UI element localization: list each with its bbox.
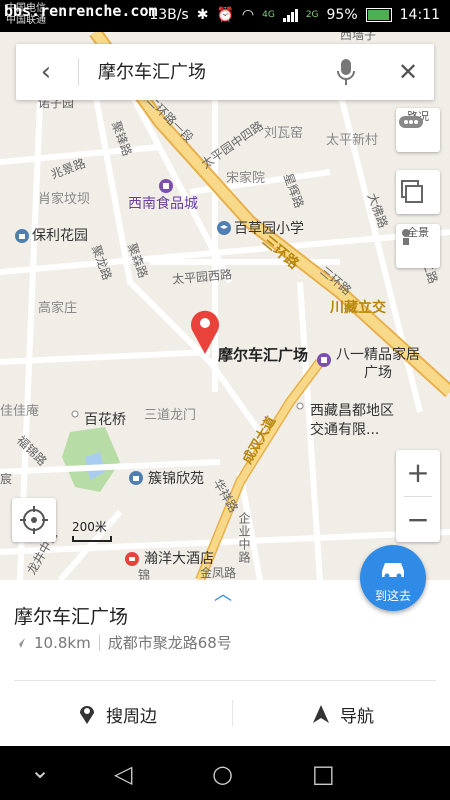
map-label: 锦 <box>138 568 151 580</box>
map-road-label: 川藏立交 <box>330 300 386 316</box>
nearby-label: 搜周边 <box>106 706 157 727</box>
chevron-down-icon[interactable]: ⌄ <box>30 756 50 784</box>
map-label: 宋家院 <box>226 171 266 186</box>
pin-icon <box>80 706 94 724</box>
map-poi-label: 百花桥 <box>84 412 126 428</box>
bluetooth-icon: ✱ <box>196 7 209 23</box>
status-icons: 13B/s ✱ ⏰ ◠ 4G 2G 95% 14:11 <box>149 7 440 23</box>
net-type-1: 4G <box>262 10 275 20</box>
school-poi-icon[interactable] <box>216 220 232 236</box>
route-label: 到这去 <box>374 589 411 603</box>
search-input[interactable]: 摩尔车汇广场 <box>98 58 206 84</box>
locate-icon <box>20 506 48 534</box>
net-type-2: 2G <box>305 10 319 20</box>
traffic-button[interactable]: 路况 <box>396 108 440 152</box>
layers-icon <box>401 180 423 203</box>
route-button[interactable]: 到这去 <box>360 545 426 611</box>
map-label: 宸 <box>0 472 13 486</box>
signal-icon <box>282 8 298 22</box>
traffic-icon <box>399 116 423 128</box>
map-poi-label: 保利花园 <box>32 228 88 244</box>
close-icon[interactable]: ✕ <box>390 54 426 90</box>
search-bar: ‹ 摩尔车汇广场 ✕ <box>16 44 434 100</box>
direction-icon <box>15 637 25 648</box>
map-label: 佳佳庵 <box>0 404 40 419</box>
car-icon <box>382 563 404 579</box>
shopping-poi-icon[interactable] <box>158 178 174 194</box>
hotel-poi-icon[interactable] <box>124 551 140 567</box>
zoom-out-button[interactable]: − <box>396 497 440 543</box>
chevron-up-icon[interactable]: ︿ <box>214 580 232 606</box>
map-poi-label: 西藏昌都地区 <box>310 403 394 419</box>
back-nav-icon[interactable]: ◁ <box>114 760 132 788</box>
zoom-control: + − <box>396 450 440 542</box>
map-target-label: 摩尔车汇广场 <box>218 346 309 364</box>
shopping-poi-icon[interactable] <box>316 352 332 368</box>
location-marker-icon[interactable] <box>188 306 222 356</box>
navigate-button[interactable]: 导航 <box>312 698 374 730</box>
place-distance: 10.8km <box>34 633 91 652</box>
nearby-button[interactable]: 搜周边 <box>78 698 157 730</box>
back-button[interactable]: ‹ <box>28 54 64 90</box>
map-label: 三道龙门 <box>144 408 197 423</box>
watermark: bbs.renrenche.com <box>4 2 158 20</box>
map-poi-label: 八一精品家居 <box>336 347 420 363</box>
residential-poi-icon[interactable] <box>14 228 30 244</box>
zoom-in-button[interactable]: + <box>396 450 440 496</box>
navigate-label: 导航 <box>340 706 374 727</box>
system-nav-bar: ⌄ ◁ ○ □ <box>0 746 450 800</box>
map-label: 高家庄 <box>38 301 78 316</box>
map-label: 金凤路 <box>200 566 237 580</box>
place-meta: 10.8km 成都市聚龙路68号 <box>14 632 232 653</box>
residential-poi-icon[interactable] <box>128 470 144 486</box>
place-name: 摩尔车汇广场 <box>14 606 129 628</box>
clock: 14:11 <box>399 7 440 23</box>
divider <box>98 634 100 651</box>
network-speed: 13B/s <box>149 7 189 23</box>
map-view[interactable]: 西墙子 诺子园 西二环路一段 太平园中四路 刘瓦窑 太平新村 聚锋路 兆景路 肖… <box>0 32 450 580</box>
alarm-icon: ⏰ <box>216 7 234 23</box>
battery-icon <box>365 8 392 22</box>
street-view-button[interactable]: 全景 <box>396 224 440 268</box>
place-address: 成都市聚龙路68号 <box>107 634 232 652</box>
wifi-icon: ◠ <box>241 7 255 23</box>
map-poi-label: 交通有限... <box>310 422 380 438</box>
map-poi-label: 簇锦欣苑 <box>148 471 204 487</box>
map-label: 企业中路 <box>237 512 251 564</box>
divider <box>14 680 436 681</box>
map-label: 西墙子 <box>340 32 377 42</box>
layers-button[interactable] <box>396 170 440 214</box>
microphone-icon[interactable] <box>334 57 358 87</box>
map-poi-label: 西南食品城 <box>128 196 198 212</box>
locate-button[interactable] <box>12 498 56 542</box>
battery-percent: 95% <box>326 7 358 23</box>
status-bar: 中国电信 中国联通 bbs.renrenche.com 13B/s ✱ ⏰ ◠ … <box>0 0 450 32</box>
navigation-arrow-icon <box>313 705 329 723</box>
scale-label: 200米 <box>72 520 107 534</box>
map-label: 刘瓦窑 <box>264 126 304 141</box>
map-label: 肖家坟坝 <box>38 192 91 207</box>
street-view-icon <box>402 229 410 245</box>
scale-bar <box>72 536 112 542</box>
divider <box>232 700 233 726</box>
map-poi-label: 广场 <box>364 365 392 381</box>
home-nav-icon[interactable]: ○ <box>212 760 233 788</box>
map-label: 太平新村 <box>326 133 379 148</box>
divider <box>78 58 79 86</box>
recents-nav-icon[interactable]: □ <box>312 760 335 788</box>
